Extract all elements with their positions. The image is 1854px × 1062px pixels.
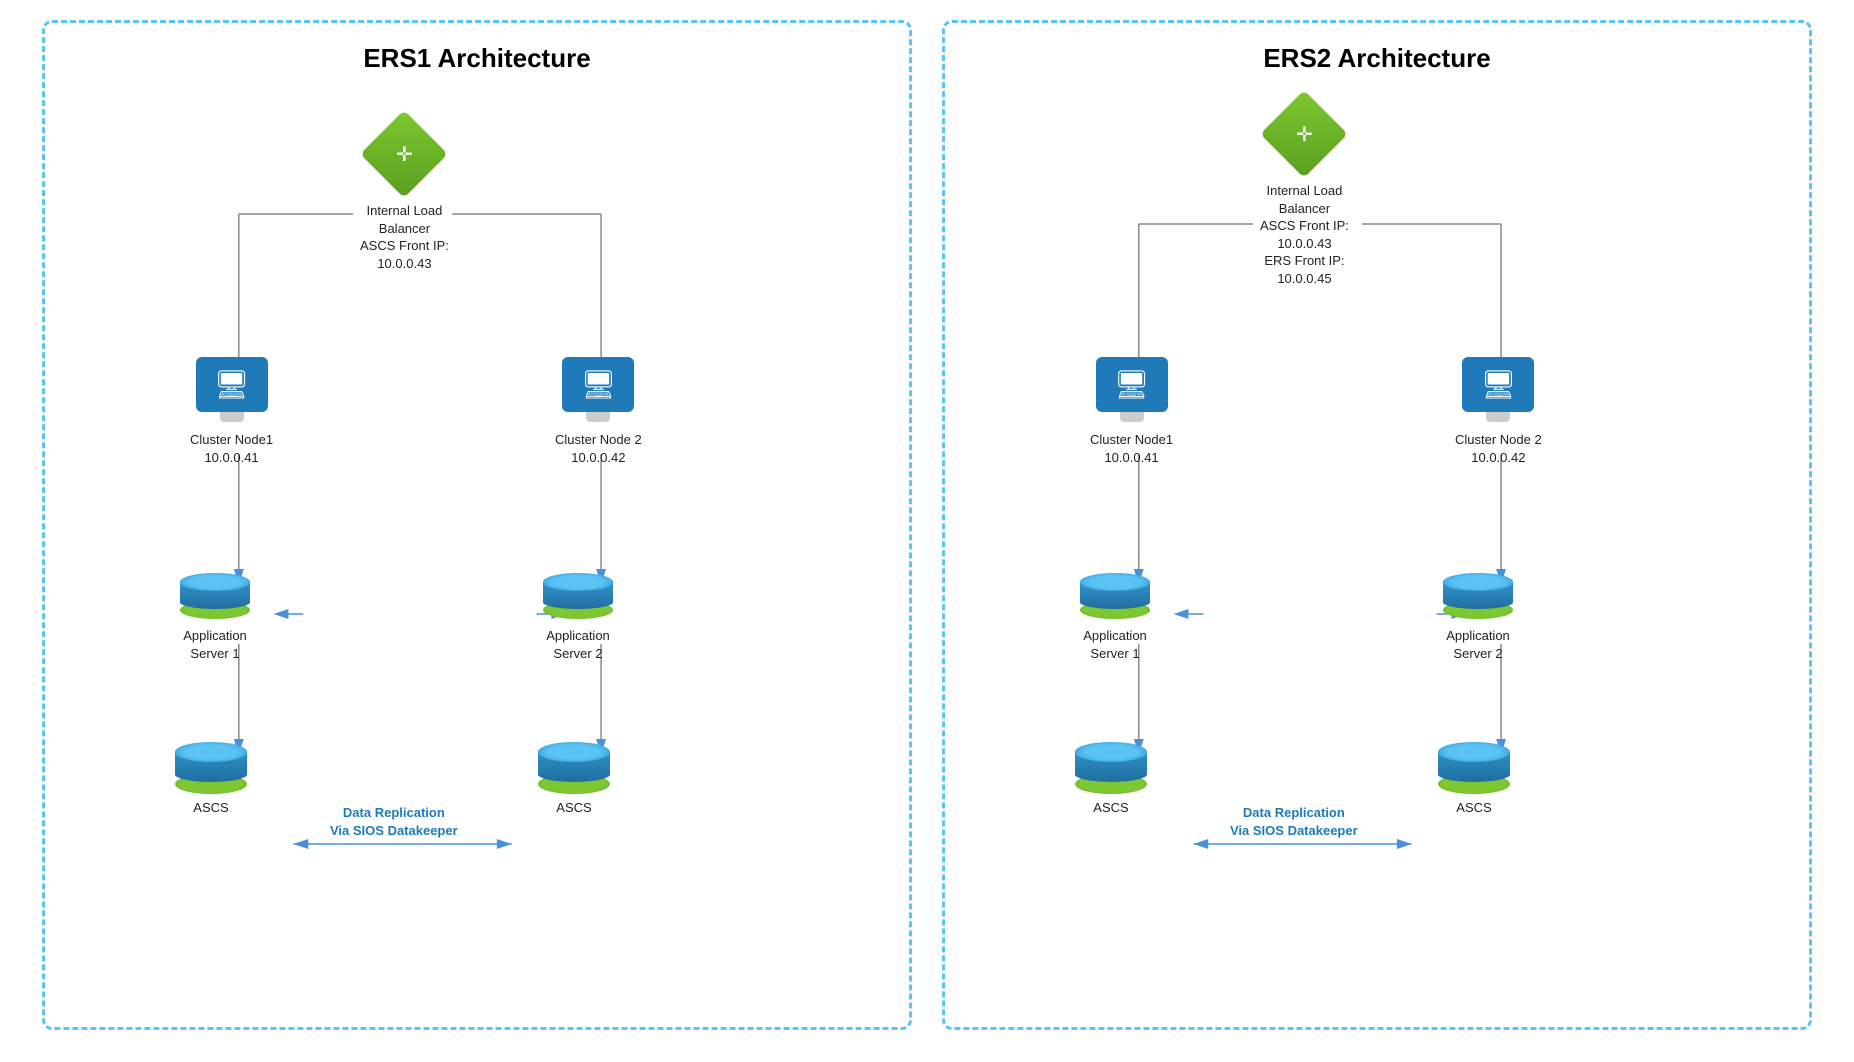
page-container: ERS1 Architecture bbox=[0, 0, 1854, 1062]
ers2-node2-screen: 🖥 bbox=[1462, 357, 1534, 412]
ers1-node1-icon: 🖥 bbox=[192, 349, 272, 419]
ers1-as2-top bbox=[543, 573, 613, 591]
ers2-appserver2-icon bbox=[1438, 554, 1518, 619]
ers1-lb-label: Internal LoadBalancerASCS Front IP:10.0.… bbox=[360, 202, 449, 272]
ers1-ascs1-icon bbox=[175, 734, 247, 794]
ers2-ascs1-top bbox=[1075, 742, 1147, 762]
ers1-node2-icon: 🖥 bbox=[558, 349, 638, 419]
ers1-ascs2-label: ASCS bbox=[556, 800, 591, 815]
ers2-appserver1-icon bbox=[1075, 554, 1155, 619]
ers1-appserver2: ApplicationServer 2 bbox=[538, 554, 618, 662]
ers1-replication-label: Data ReplicationVia SIOS Datakeeper bbox=[330, 804, 458, 840]
ers1-title: ERS1 Architecture bbox=[75, 43, 879, 74]
ers2-ascs2-top bbox=[1438, 742, 1510, 762]
ers1-node2: 🖥 Cluster Node 210.0.0.42 bbox=[555, 349, 642, 466]
ers2-node1: 🖥 Cluster Node110.0.0.41 bbox=[1090, 349, 1173, 466]
ers1-node1-cube: 🖥 bbox=[214, 368, 250, 401]
ers1-node2-cube: 🖥 bbox=[581, 368, 617, 401]
ers1-appserver2-icon bbox=[538, 554, 618, 619]
ers1-lb-arrows: ✛ bbox=[396, 142, 413, 167]
ers2-appserver2: ApplicationServer 2 bbox=[1438, 554, 1518, 662]
ers2-node2-label: Cluster Node 210.0.0.42 bbox=[1455, 431, 1542, 466]
ers1-diagram: ✛ Internal LoadBalancerASCS Front IP:10.… bbox=[75, 84, 879, 1024]
ers2-node1-screen: 🖥 bbox=[1096, 357, 1168, 412]
ers1-node2-screen: 🖥 bbox=[562, 357, 634, 412]
ers2-ascs1: ASCS bbox=[1075, 734, 1147, 815]
ers1-box: ERS1 Architecture bbox=[42, 20, 912, 1030]
ers1-lb-icon: ✛ bbox=[364, 114, 444, 194]
ers2-node1-cube: 🖥 bbox=[1114, 368, 1150, 401]
ers2-node2-icon: 🖥 bbox=[1458, 349, 1538, 419]
ers2-node1-label: Cluster Node110.0.0.41 bbox=[1090, 431, 1173, 466]
ers1-node1: 🖥 Cluster Node110.0.0.41 bbox=[190, 349, 273, 466]
ers2-appserver2-label: ApplicationServer 2 bbox=[1446, 627, 1510, 662]
ers2-node1-icon: 🖥 bbox=[1092, 349, 1172, 419]
ers2-appserver1: ApplicationServer 1 bbox=[1075, 554, 1155, 662]
ers1-ascs2-top bbox=[538, 742, 610, 762]
ers1-ascs2: ASCS bbox=[538, 734, 610, 815]
ers1-ascs2-icon bbox=[538, 734, 610, 794]
ers1-ascs1: ASCS bbox=[175, 734, 247, 815]
ers2-ascs2: ASCS bbox=[1438, 734, 1510, 815]
ers2-ascs2-icon bbox=[1438, 734, 1510, 794]
ers2-box: ERS2 Architecture bbox=[942, 20, 1812, 1030]
ers2-node2: 🖥 Cluster Node 210.0.0.42 bbox=[1455, 349, 1542, 466]
ers2-replication-label: Data ReplicationVia SIOS Datakeeper bbox=[1230, 804, 1358, 840]
ers2-lb: ✛ Internal LoadBalancerASCS Front IP:10.… bbox=[1260, 94, 1349, 287]
ers2-as1-top bbox=[1080, 573, 1150, 591]
ers2-node2-cube: 🖥 bbox=[1481, 368, 1517, 401]
ers2-title: ERS2 Architecture bbox=[975, 43, 1779, 74]
ers2-diagram: ✛ Internal LoadBalancerASCS Front IP:10.… bbox=[975, 84, 1779, 1024]
ers1-node1-screen: 🖥 bbox=[196, 357, 268, 412]
ers2-ascs1-icon bbox=[1075, 734, 1147, 794]
ers2-appserver1-label: ApplicationServer 1 bbox=[1083, 627, 1147, 662]
ers1-as1-top bbox=[180, 573, 250, 591]
ers1-lb: ✛ Internal LoadBalancerASCS Front IP:10.… bbox=[360, 114, 449, 272]
ers2-ascs1-label: ASCS bbox=[1093, 800, 1128, 815]
ers1-node1-label: Cluster Node110.0.0.41 bbox=[190, 431, 273, 466]
ers1-appserver2-label: ApplicationServer 2 bbox=[546, 627, 610, 662]
ers1-appserver1-icon bbox=[175, 554, 255, 619]
ers1-ascs1-top bbox=[175, 742, 247, 762]
ers1-ascs1-label: ASCS bbox=[193, 800, 228, 815]
ers1-node2-label: Cluster Node 210.0.0.42 bbox=[555, 431, 642, 466]
ers1-appserver1-label: ApplicationServer 1 bbox=[183, 627, 247, 662]
ers2-lb-label: Internal LoadBalancerASCS Front IP:10.0.… bbox=[1260, 182, 1349, 287]
ers2-as2-top bbox=[1443, 573, 1513, 591]
ers2-ascs2-label: ASCS bbox=[1456, 800, 1491, 815]
ers1-appserver1: ApplicationServer 1 bbox=[175, 554, 255, 662]
ers2-lb-arrows: ✛ bbox=[1296, 122, 1313, 147]
ers2-lb-icon: ✛ bbox=[1264, 94, 1344, 174]
